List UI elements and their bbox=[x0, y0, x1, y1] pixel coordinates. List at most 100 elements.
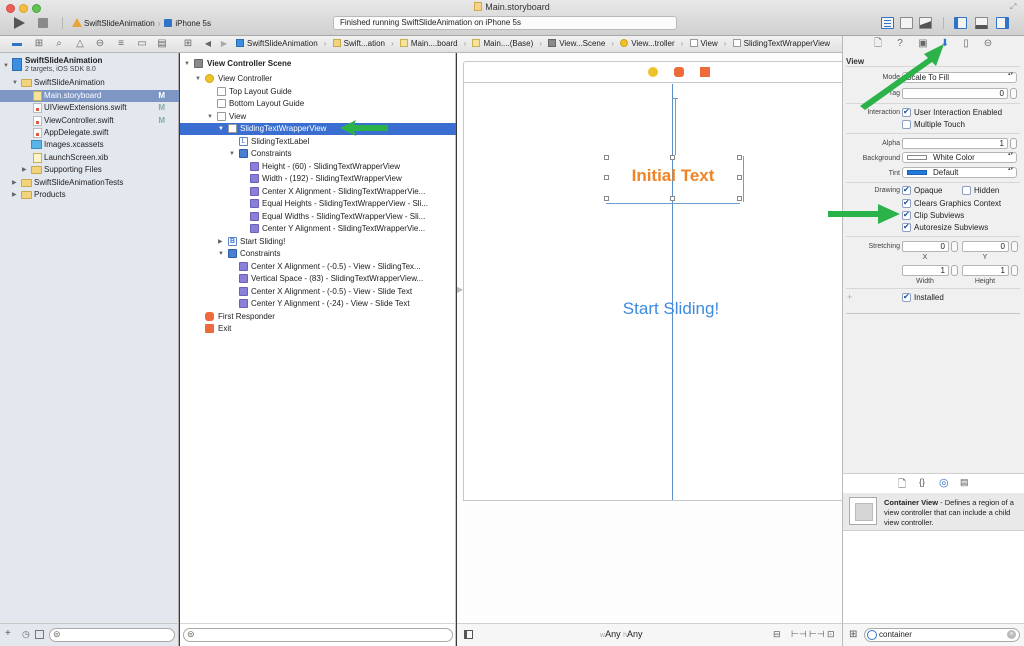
navigator-item[interactable]: LaunchScreen.xib bbox=[0, 152, 179, 164]
navigator-item[interactable]: ▼ SwiftSlideAnimation bbox=[0, 77, 179, 89]
resizing-behavior-icon[interactable]: ⊡ bbox=[827, 629, 835, 640]
background-popup[interactable]: White Color bbox=[902, 152, 1017, 163]
related-items-button[interactable]: ⊞ bbox=[181, 38, 195, 50]
navigator-item[interactable]: ▶ Products bbox=[0, 189, 179, 201]
start-sliding-button[interactable]: Start Sliding! bbox=[596, 299, 746, 319]
multiple-touch-checkbox[interactable] bbox=[902, 120, 911, 129]
resize-handle[interactable] bbox=[604, 196, 609, 201]
stretch-width-field[interactable]: 1 bbox=[902, 265, 949, 276]
disclosure-triangle[interactable]: ▼ bbox=[195, 73, 201, 85]
navigator-item[interactable]: Main.storyboard M bbox=[0, 90, 179, 102]
outline-item[interactable]: Center X Alignment - (-0.5) - View - Sli… bbox=[180, 261, 456, 273]
resize-handle[interactable] bbox=[670, 196, 675, 201]
height-constraint[interactable] bbox=[743, 156, 744, 202]
outline-item[interactable]: ▶ B Start Sliding! bbox=[180, 236, 456, 248]
stretch-x-stepper[interactable] bbox=[951, 241, 958, 252]
assistant-editor-button[interactable] bbox=[900, 17, 913, 29]
navigator-item[interactable]: ▶ SwiftSlideAnimationTests bbox=[0, 177, 179, 189]
stretch-height-stepper[interactable] bbox=[1011, 265, 1018, 276]
outline-item[interactable]: Height - (60) - SlidingTextWrapperView bbox=[180, 161, 456, 173]
width-constraint[interactable] bbox=[606, 203, 740, 204]
resize-handle[interactable] bbox=[737, 155, 742, 160]
outline-item[interactable]: Top Layout Guide bbox=[180, 86, 456, 98]
vertical-space-constraint[interactable] bbox=[675, 98, 676, 155]
test-navigator-tab[interactable]: ⊖ bbox=[93, 38, 107, 50]
clear-search-icon[interactable]: × bbox=[1007, 630, 1016, 639]
fullscreen-icon[interactable]: ⤢ bbox=[1010, 2, 1016, 12]
grid-view-icon[interactable]: ⊞ bbox=[849, 629, 857, 640]
breadcrumb-item[interactable]: SwiftSlideAnimation bbox=[236, 39, 318, 48]
navigator-filter-field[interactable]: ⊜ bbox=[49, 628, 175, 642]
disclosure-triangle[interactable]: ▼ bbox=[12, 77, 18, 89]
navigator-item[interactable]: AppDelegate.swift bbox=[0, 127, 179, 139]
outline-filter-field[interactable]: ⊜ bbox=[183, 628, 453, 642]
outline-item[interactable]: Width - (192) - SlidingTextWrapperView bbox=[180, 173, 456, 185]
clears-graphics-checkbox[interactable] bbox=[902, 198, 911, 208]
outline-item[interactable]: ▼ SlidingTextWrapperView bbox=[180, 123, 456, 135]
debug-area-toggle-button[interactable] bbox=[975, 17, 988, 29]
alpha-field[interactable]: 1 bbox=[902, 138, 1008, 149]
disclosure-triangle[interactable]: ▶ bbox=[22, 164, 27, 176]
debug-navigator-tab[interactable]: ≡ bbox=[114, 38, 128, 50]
disclosure-triangle[interactable]: ▼ bbox=[207, 111, 213, 123]
clip-subviews-checkbox[interactable] bbox=[902, 210, 911, 220]
outline-item[interactable]: ▼ Constraints bbox=[180, 148, 456, 160]
outline-item[interactable]: Center Y Alignment - (-24) - View - Slid… bbox=[180, 298, 456, 310]
navigator-toggle-button[interactable] bbox=[954, 17, 967, 29]
tint-popup[interactable]: Default bbox=[902, 167, 1017, 178]
run-button[interactable] bbox=[14, 17, 25, 29]
view-controller-icon[interactable] bbox=[648, 67, 658, 77]
exit-icon[interactable] bbox=[700, 67, 710, 77]
outline-item[interactable]: ▼ View bbox=[180, 111, 456, 123]
add-file-button[interactable]: + bbox=[5, 628, 11, 639]
disclosure-triangle[interactable]: ▶ bbox=[12, 177, 17, 189]
align-icon[interactable]: ⊟ bbox=[773, 629, 781, 640]
add-variation-button[interactable]: + bbox=[847, 292, 852, 302]
recent-files-icon[interactable]: ◷ bbox=[22, 629, 30, 640]
forward-button[interactable]: ▶ bbox=[217, 38, 231, 50]
outline-item[interactable]: Equal Heights - SlidingTextWrapperView -… bbox=[180, 198, 456, 210]
project-navigator-tab[interactable]: ▬ bbox=[10, 38, 24, 50]
issue-navigator-tab[interactable]: △ bbox=[73, 38, 87, 50]
outline-item[interactable]: Equal Widths - SlidingTextWrapperView - … bbox=[180, 211, 456, 223]
stop-button[interactable] bbox=[38, 18, 48, 28]
disclosure-triangle[interactable]: ▶ bbox=[12, 189, 17, 201]
stretch-x-field[interactable]: 0 bbox=[902, 241, 949, 252]
resize-handle[interactable] bbox=[737, 196, 742, 201]
installed-checkbox[interactable] bbox=[902, 292, 911, 302]
disclosure-triangle[interactable]: ▼ bbox=[229, 148, 235, 160]
version-editor-button[interactable] bbox=[919, 17, 932, 29]
resize-handle[interactable] bbox=[670, 155, 675, 160]
autoresize-subviews-checkbox[interactable] bbox=[902, 222, 911, 232]
code-snippet-library-tab[interactable]: {} bbox=[919, 477, 925, 487]
stretch-height-field[interactable]: 1 bbox=[962, 265, 1009, 276]
breadcrumb-item[interactable]: SlidingTextWrapperView bbox=[732, 39, 830, 48]
breakpoint-navigator-tab[interactable]: ▭ bbox=[135, 38, 149, 50]
breadcrumb-item[interactable]: Main....board bbox=[399, 39, 458, 48]
navigator-item[interactable]: UIViewExtensions.swift M bbox=[0, 102, 179, 114]
library-search-field[interactable]: container × bbox=[864, 628, 1020, 642]
find-navigator-tab[interactable]: ⌕ bbox=[52, 38, 66, 50]
breadcrumb-item[interactable]: Main....(Base) bbox=[472, 39, 533, 48]
outline-item[interactable]: Center X Alignment - (-0.5) - View - Sli… bbox=[180, 286, 456, 298]
opaque-checkbox[interactable] bbox=[902, 185, 911, 195]
outline-item[interactable]: Vertical Space - (83) - SlidingTextWrapp… bbox=[180, 273, 456, 285]
outline-item[interactable]: ▼ Constraints bbox=[180, 248, 456, 260]
disclosure-triangle[interactable]: ▼ bbox=[218, 123, 224, 135]
resolve-issues-icon[interactable]: ⊢⊣ bbox=[809, 629, 825, 640]
report-navigator-tab[interactable]: ▤ bbox=[155, 38, 169, 50]
utilities-toggle-button[interactable] bbox=[996, 17, 1009, 29]
disclosure-triangle[interactable]: ▶ bbox=[218, 236, 223, 248]
navigator-item[interactable]: ViewController.swift M bbox=[0, 115, 179, 127]
outline-item[interactable]: ▼ View Controller Scene bbox=[180, 58, 456, 70]
symbol-navigator-tab[interactable]: ⊞ bbox=[32, 38, 46, 50]
breadcrumb-item[interactable]: View...troller bbox=[620, 39, 675, 48]
breadcrumb-item[interactable]: Swift...ation bbox=[332, 39, 385, 48]
stretch-y-field[interactable]: 0 bbox=[962, 241, 1009, 252]
source-control-filter-icon[interactable] bbox=[35, 630, 44, 639]
outline-item[interactable]: L SlidingTextLabel bbox=[180, 136, 456, 148]
document-outline-toggle[interactable] bbox=[464, 630, 473, 639]
project-name[interactable]: SwiftSlideAnimation bbox=[25, 56, 102, 65]
media-library-tab[interactable]: ▤ bbox=[960, 477, 969, 488]
outline-item[interactable]: Center Y Alignment - SlidingTextWrapperV… bbox=[180, 223, 456, 235]
